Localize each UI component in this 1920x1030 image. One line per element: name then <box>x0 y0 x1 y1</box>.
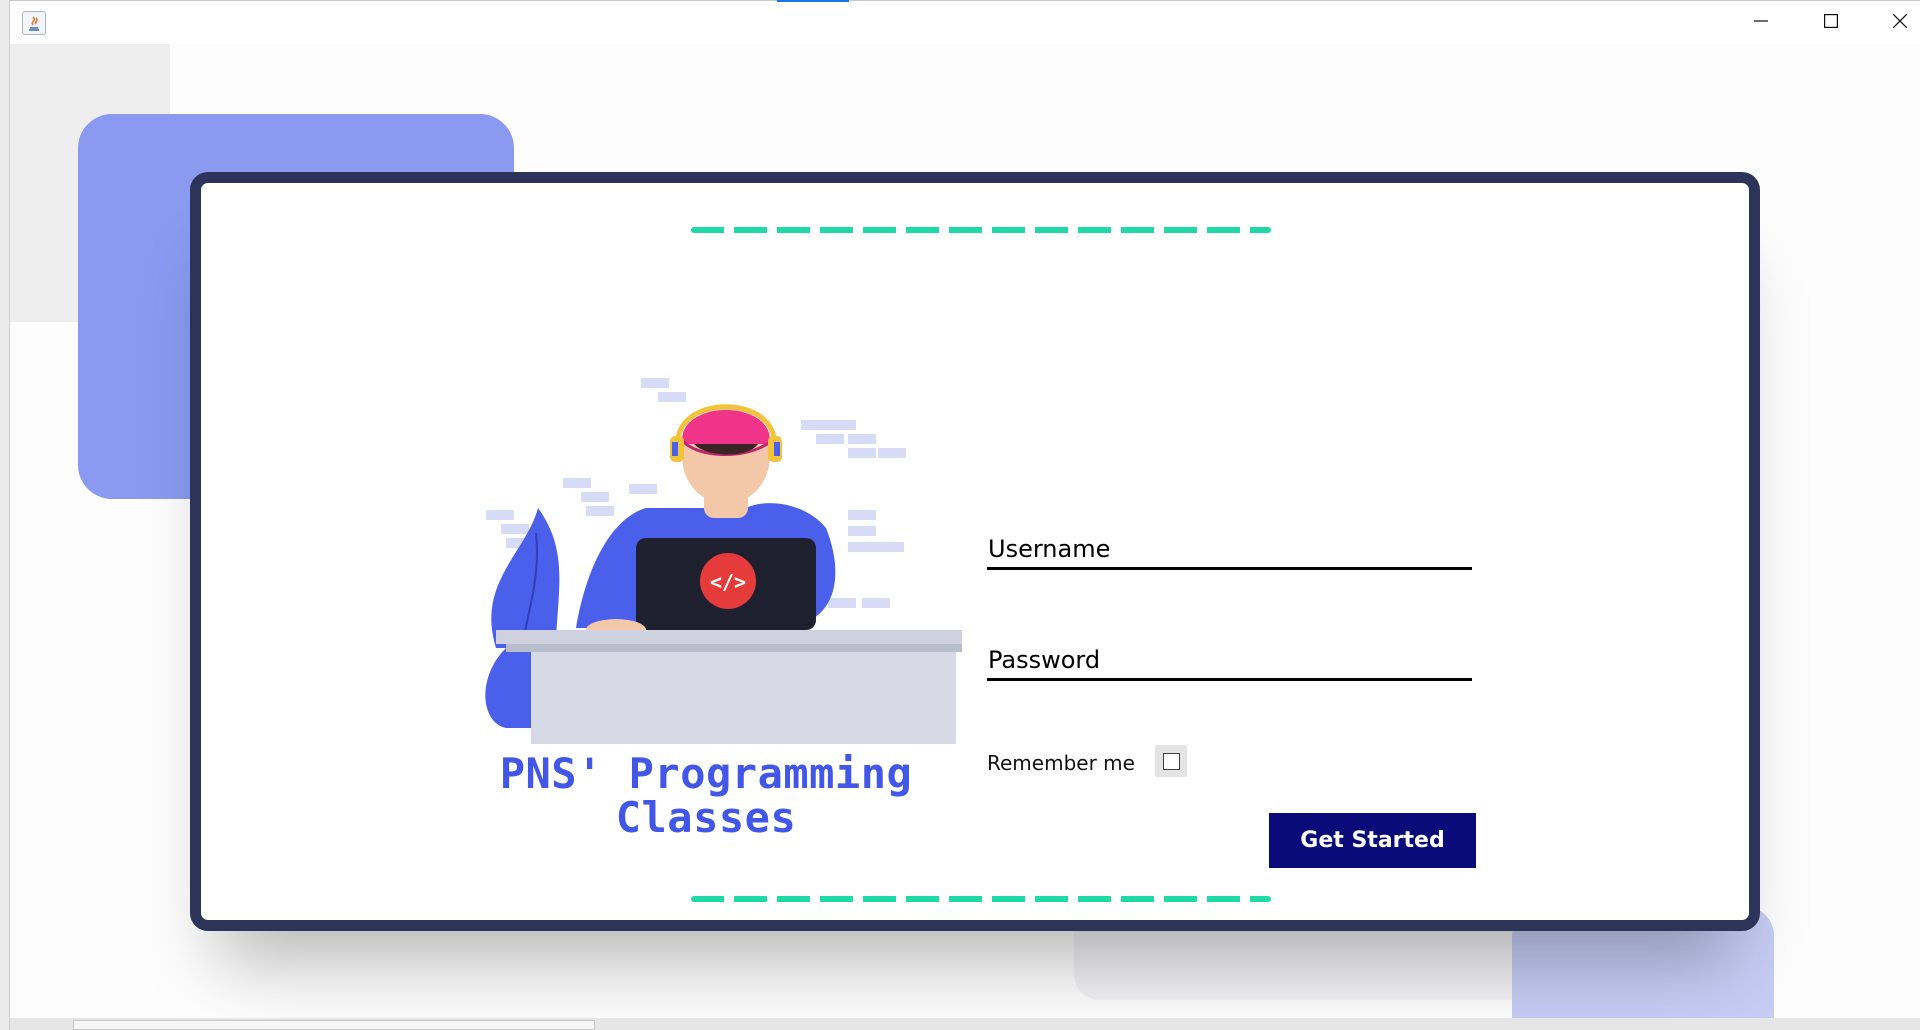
bottom-dashed-divider <box>691 896 1271 902</box>
developer-with-laptop-illustration: </> <box>446 378 966 798</box>
maximize-icon <box>1824 13 1839 32</box>
password-input[interactable] <box>987 624 1472 678</box>
java-icon <box>22 11 46 35</box>
svg-text:</>: </> <box>710 570 746 594</box>
taskbar-segment <box>73 1020 595 1030</box>
username-underline <box>987 567 1472 570</box>
remember-me-checkbox[interactable] <box>1155 745 1187 777</box>
minimize-button[interactable] <box>1726 0 1796 44</box>
password-underline <box>987 678 1472 681</box>
remember-me-label: Remember me <box>987 751 1135 775</box>
brand-title-line2: Classes <box>615 793 797 842</box>
close-icon <box>1892 13 1908 32</box>
active-tab-indicator <box>777 0 849 2</box>
checkbox-box <box>1163 753 1180 770</box>
maximize-button[interactable] <box>1796 0 1866 44</box>
brand-title-line1: PNS' Programming <box>499 749 913 798</box>
bottom-edge-strip <box>10 1018 1920 1030</box>
left-edge-strip <box>0 0 10 1030</box>
password-field <box>987 624 1472 684</box>
username-input[interactable] <box>987 513 1472 567</box>
window-titlebar[interactable] <box>10 0 1920 44</box>
top-dashed-divider <box>691 227 1271 233</box>
username-field <box>987 513 1472 573</box>
minimize-icon <box>1754 13 1768 32</box>
titlebar-top-border <box>10 0 1920 1</box>
get-started-button[interactable]: Get Started <box>1269 813 1476 868</box>
close-button[interactable] <box>1865 0 1920 44</box>
login-card: </> PNS' Programming Classes Remember me… <box>190 172 1760 931</box>
brand-title: PNS' Programming Classes <box>466 752 946 840</box>
